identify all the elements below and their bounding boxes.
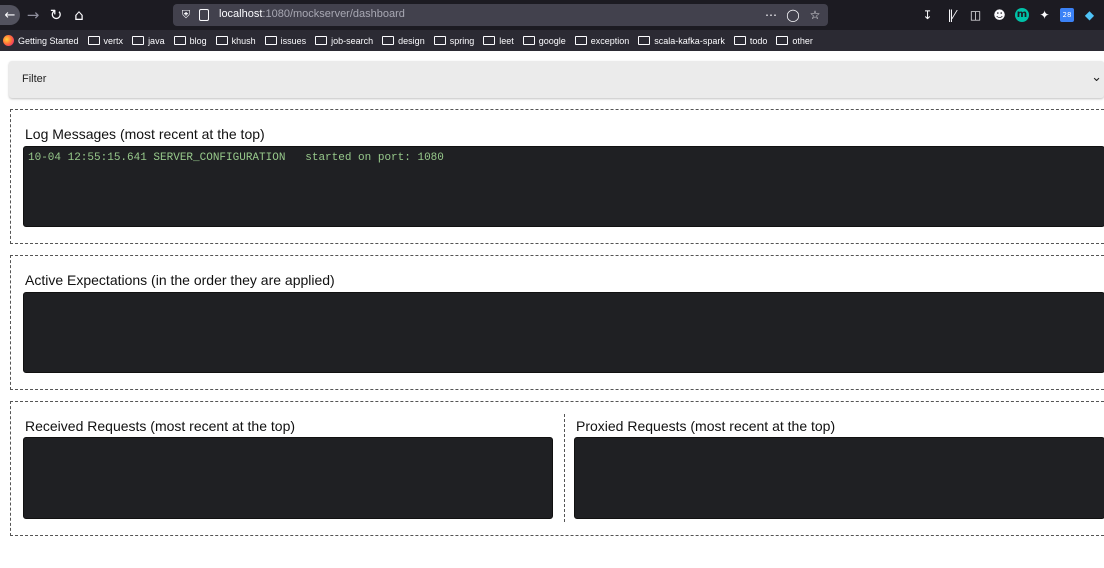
folder-icon	[433, 36, 446, 45]
reload-icon[interactable]: ↻	[45, 4, 67, 26]
bookmark-label: leet	[499, 35, 514, 46]
bookmark-item[interactable]: todo	[733, 35, 768, 46]
folder-icon	[87, 36, 100, 45]
bookmark-label: vertx	[103, 35, 124, 46]
forward-icon[interactable]: →	[22, 4, 44, 26]
bookmark-label: google	[538, 35, 566, 46]
folder-icon	[776, 36, 789, 45]
bookmark-label: issues	[280, 35, 307, 46]
bookmark-label: Getting Started	[18, 35, 79, 46]
bookmark-item[interactable]: khush	[215, 35, 256, 46]
back-icon[interactable]: ←	[0, 5, 20, 25]
folder-icon	[132, 36, 145, 45]
active-expectations-console[interactable]	[23, 292, 1104, 373]
calendar-extension-icon[interactable]: 28	[1060, 7, 1074, 22]
bookmark-label: other	[792, 35, 813, 46]
proxied-requests-title: Proxied Requests (most recent at the top…	[576, 418, 836, 434]
bookmark-item[interactable]: design	[382, 36, 425, 46]
bookmarks-toolbar: Getting Started vertx java blog khush issues j…	[0, 30, 1104, 51]
bookmark-label: spring	[449, 35, 475, 46]
column-divider	[564, 414, 565, 522]
bookmark-item[interactable]: vertx	[87, 35, 124, 46]
url-path: :1080/mockserver/dashboard	[262, 8, 405, 20]
log-messages-console[interactable]: 10-04 12:55:15.641 SERVER_CONFIGURATION …	[23, 146, 1104, 227]
bookmark-item[interactable]: google	[522, 35, 566, 46]
bookmark-label: exception	[590, 35, 630, 46]
log-messages-panel: Log Messages (most recent at the top) 10…	[10, 109, 1104, 244]
sidebar-icon[interactable]: ◫	[967, 6, 984, 23]
bookmark-label: design	[398, 35, 425, 46]
folder-icon	[733, 36, 746, 45]
active-expectations-title: Active Expectations (in the order they a…	[25, 272, 335, 288]
bookmark-item[interactable]: blog	[173, 35, 207, 46]
bookmark-item[interactable]: job-search	[315, 36, 373, 46]
download-icon[interactable]: ↧	[919, 6, 936, 23]
bookmark-label: khush	[231, 35, 256, 46]
folder-icon	[173, 36, 186, 45]
extension-icon[interactable]: ✦	[1036, 6, 1053, 23]
account-icon[interactable]: ☻	[991, 6, 1008, 23]
bookmark-label: job-search	[331, 35, 374, 46]
folder-icon	[215, 36, 228, 45]
log-messages-title: Log Messages (most recent at the top)	[25, 126, 265, 142]
requests-panel: Received Requests (most recent at the to…	[10, 401, 1104, 536]
url-host: localhost	[219, 8, 263, 20]
bookmark-label: java	[148, 35, 165, 46]
page-info-icon[interactable]	[197, 7, 211, 23]
folder-icon	[574, 36, 587, 45]
home-icon[interactable]: ⌂	[68, 4, 90, 26]
folder-icon	[522, 36, 535, 45]
folder-icon	[382, 36, 395, 45]
log-line: 10-04 12:55:15.641 SERVER_CONFIGURATION …	[28, 152, 444, 164]
filter-label: Filter	[22, 73, 47, 85]
folder-icon	[638, 36, 651, 45]
bookmark-item[interactable]: other	[776, 36, 813, 46]
bookmark-item[interactable]: scala-kafka-spark	[638, 36, 725, 46]
pocket-icon[interactable]: ◯	[786, 7, 800, 23]
gem-extension-icon[interactable]: ◆	[1081, 6, 1098, 23]
browser-toolbar: ← → ↻ ⌂ ⛨ localhost:1080/mockserver/dash…	[0, 0, 1104, 30]
folder-icon	[315, 36, 328, 45]
bookmark-item[interactable]: exception	[574, 35, 630, 46]
bookmark-item[interactable]: Getting Started	[3, 35, 79, 46]
extension-m-icon[interactable]: m	[1015, 7, 1029, 22]
folder-icon	[264, 36, 277, 45]
received-requests-title: Received Requests (most recent at the to…	[25, 418, 296, 434]
chevron-down-icon[interactable]: ⌄	[1091, 70, 1102, 85]
library-icon[interactable]: ‖⁄	[943, 6, 960, 23]
bookmark-item[interactable]: spring	[433, 35, 475, 46]
shield-icon[interactable]: ⛨	[179, 7, 193, 23]
bookmark-star-icon[interactable]: ☆	[808, 7, 822, 23]
proxied-requests-console[interactable]	[574, 437, 1104, 519]
bookmark-label: blog	[189, 35, 207, 46]
address-bar[interactable]: ⛨ localhost:1080/mockserver/dashboard ⋯ …	[173, 4, 828, 26]
bookmark-label: scala-kafka-spark	[654, 35, 725, 46]
active-expectations-panel: Active Expectations (in the order they a…	[10, 255, 1104, 390]
folder-icon	[483, 36, 496, 45]
bookmark-item[interactable]: issues	[264, 35, 307, 46]
url-text[interactable]: localhost:1080/mockserver/dashboard	[219, 8, 405, 20]
more-icon[interactable]: ⋯	[764, 7, 778, 23]
filter-panel[interactable]: Filter ⌄	[9, 61, 1104, 98]
bookmark-label: todo	[749, 35, 768, 46]
received-requests-console[interactable]	[23, 437, 553, 519]
bookmark-item[interactable]: java	[132, 36, 165, 46]
firefox-icon	[3, 35, 14, 46]
bookmark-item[interactable]: leet	[483, 36, 514, 46]
